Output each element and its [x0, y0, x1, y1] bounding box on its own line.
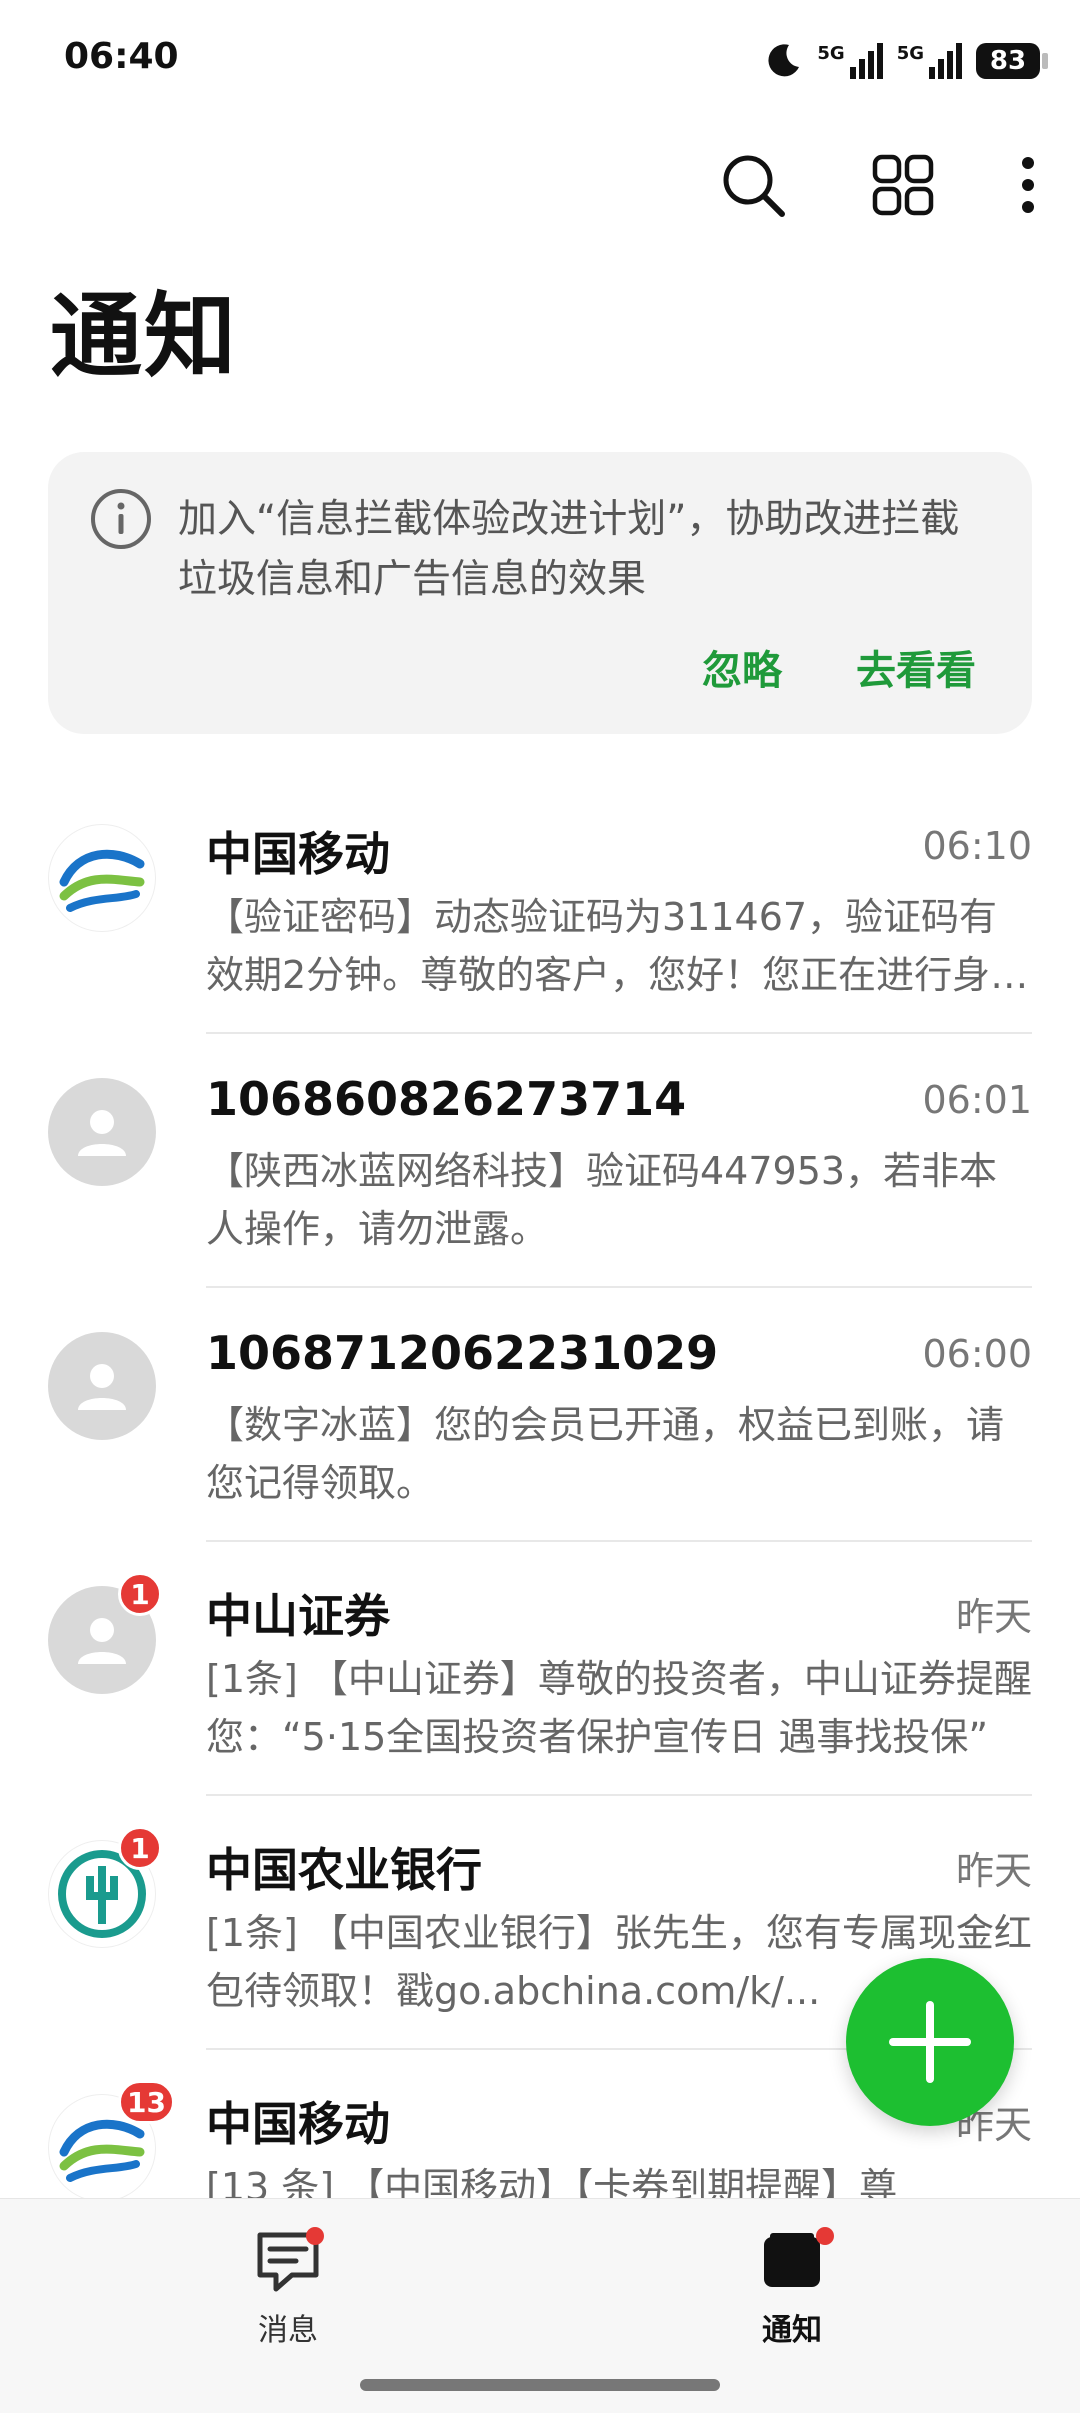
- list-item[interactable]: 106871206223​1029 06:00 【数字冰蓝】您的会员已开通，权益…: [0, 1288, 1080, 1542]
- sender-name: 中国农业银行: [206, 1843, 482, 1897]
- list-item[interactable]: 1 中山证券 昨天 [1条] 【中山证券】尊敬的投资者，中山证券提醒您：“5·1…: [0, 1542, 1080, 1796]
- person-icon: [78, 1364, 126, 1410]
- more-options-button[interactable]: [1008, 140, 1048, 230]
- avatar: [48, 1332, 156, 1440]
- unread-badge: 1: [118, 1572, 162, 1616]
- sender-name: 106871206223​1029: [206, 1326, 719, 1380]
- sender-name: 中国移动: [206, 2097, 390, 2151]
- search-icon: [723, 155, 785, 217]
- message-time: 昨天: [955, 1595, 1032, 1639]
- unread-badge: 1: [118, 1826, 162, 1870]
- tab-messages[interactable]: 消息: [188, 2225, 388, 2349]
- search-button[interactable]: [708, 140, 798, 230]
- top-toolbar: [708, 140, 1048, 230]
- message-preview: 【陕西冰蓝网络科技】验证码447953，若非本人操作，请勿泄露。: [206, 1149, 998, 1251]
- china-mobile-logo: [48, 824, 156, 932]
- list-item[interactable]: 中国移动 06:10 【验证密码】动态验证码为311467，验证码有效期2分钟。…: [0, 780, 1080, 1034]
- unread-badge: 13: [118, 2080, 175, 2124]
- message-time: 06:10: [922, 824, 1032, 868]
- person-icon: [78, 1110, 126, 1156]
- view-button[interactable]: 去看看: [856, 638, 976, 696]
- signal-5g-icon: 5G: [817, 43, 883, 79]
- sender-name: 中山证券: [206, 1589, 390, 1643]
- message-preview: 【数字冰蓝】您的会员已开通，权益已到账，请您记得领取。: [206, 1403, 1005, 1505]
- tab-notifications[interactable]: 通知: [692, 2225, 892, 2349]
- network-type-label: 5G: [817, 43, 845, 64]
- spam-program-banner: 加入“信息拦截体验改进计划”，协助改进拦截垃圾信息和广告信息的效果 忽略 去看看: [48, 452, 1032, 734]
- do-not-disturb-moon-icon: [763, 39, 803, 83]
- banner-text: 加入“信息拦截体验改进计划”，协助改进拦截垃圾信息和广告信息的效果: [178, 497, 960, 602]
- sender-name: 106860826273714: [206, 1072, 687, 1126]
- signal-5g-icon-2: 5G: [897, 43, 962, 79]
- new-message-button[interactable]: [846, 1958, 1014, 2126]
- sender-name: 中国移动: [206, 827, 390, 881]
- tab-messages-label: 消息: [258, 2313, 318, 2348]
- message-time: 昨天: [955, 1849, 1032, 1893]
- battery-icon: 83: [976, 43, 1048, 79]
- home-indicator[interactable]: [360, 2379, 720, 2391]
- plus-icon: [889, 2001, 971, 2083]
- messages-unread-dot: [306, 2227, 324, 2245]
- list-item[interactable]: 106860826273714 06:01 【陕西冰蓝网络科技】验证码44795…: [0, 1034, 1080, 1288]
- grid-icon: [872, 154, 934, 216]
- status-time: 06:40: [64, 36, 179, 77]
- info-icon: [88, 486, 154, 556]
- tab-notifications-label: 通知: [762, 2313, 822, 2348]
- status-icons: 5G 5G 83: [763, 36, 1048, 86]
- grid-view-button[interactable]: [858, 140, 948, 230]
- status-bar: 06:40 5G 5G 83: [0, 0, 1080, 120]
- message-preview: [1条] 【中山证券】尊敬的投资者，中山证券提醒您：“5·15全国投资者保护宣传…: [206, 1657, 1032, 1759]
- page-title: 通知: [50, 283, 239, 390]
- message-time: 06:00: [922, 1332, 1032, 1376]
- person-icon: [78, 1618, 126, 1664]
- avatar: [48, 1078, 156, 1186]
- message-preview: 【验证密码】动态验证码为311467，验证码有效期2分钟。尊敬的客户，您好！您正…: [206, 895, 1029, 997]
- banner-actions: 忽略 去看看: [702, 638, 976, 696]
- more-vertical-icon: [1022, 157, 1034, 213]
- ignore-button[interactable]: 忽略: [702, 638, 782, 696]
- notifications-unread-dot: [816, 2227, 834, 2245]
- network-type-label-2: 5G: [896, 43, 924, 64]
- bottom-navigation: 消息 通知: [0, 2198, 1080, 2413]
- message-time: 06:01: [922, 1078, 1032, 1122]
